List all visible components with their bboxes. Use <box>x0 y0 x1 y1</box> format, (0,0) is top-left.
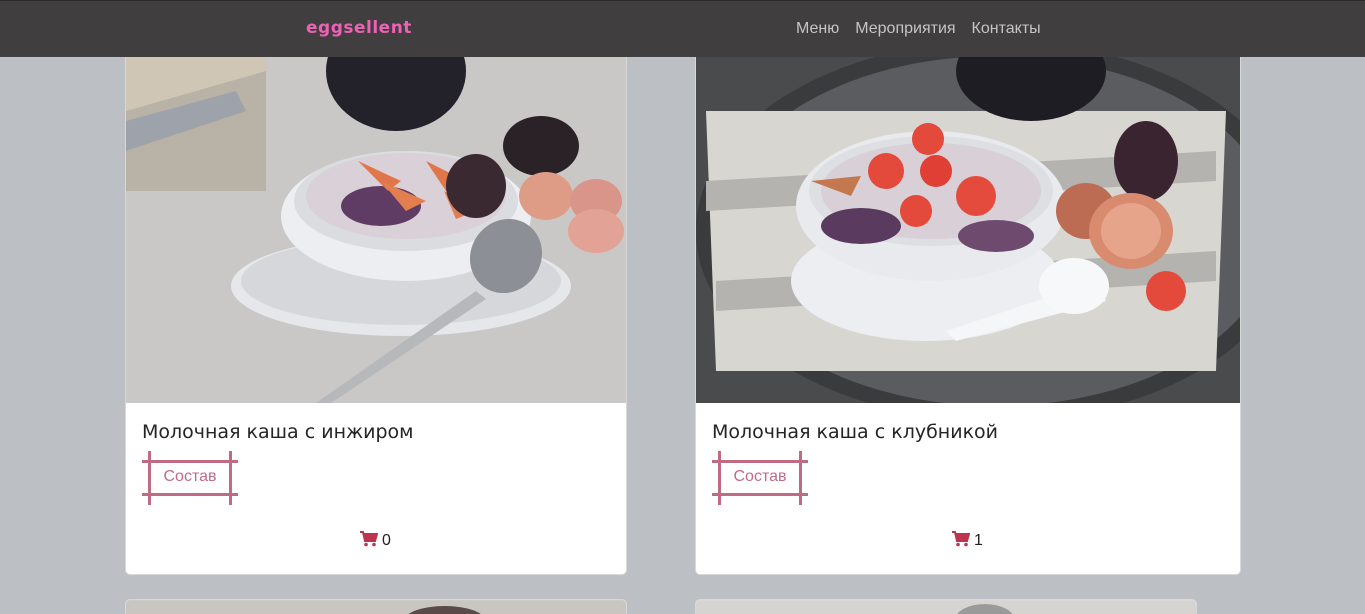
product-card: Молочная каша с инжиром Состав 0 <box>125 30 627 575</box>
cart-counter[interactable]: 0 <box>360 531 391 551</box>
product-card-partial <box>125 599 627 614</box>
ingredients-button-label: Состав <box>163 468 217 485</box>
product-card: Молочная каша с клубникой Состав 1 <box>695 30 1241 575</box>
nav-links: Меню Мероприятия Контакты <box>796 20 1041 38</box>
ingredients-button[interactable]: Состав <box>142 451 238 505</box>
cart-counter[interactable]: 1 <box>952 531 983 551</box>
product-image <box>696 31 1240 403</box>
ingredients-button-label: Состав <box>733 468 787 485</box>
product-image <box>126 31 626 403</box>
product-image <box>126 600 626 614</box>
navbar: eggsellent Меню Мероприятия Контакты <box>0 0 1365 57</box>
product-card-partial <box>695 599 1197 614</box>
product-title: Молочная каша с инжиром <box>142 421 414 443</box>
cart-count: 1 <box>974 532 983 549</box>
nav-link-menu[interactable]: Меню <box>796 20 839 38</box>
nav-link-events[interactable]: Мероприятия <box>855 20 955 38</box>
brand-logo[interactable]: eggsellent <box>306 18 412 38</box>
nav-link-contacts[interactable]: Контакты <box>972 20 1041 38</box>
product-title: Молочная каша с клубникой <box>712 421 999 443</box>
cart-icon <box>952 531 971 551</box>
cart-icon <box>360 531 379 551</box>
product-image <box>696 600 1196 614</box>
ingredients-button[interactable]: Состав <box>712 451 808 505</box>
cart-count: 0 <box>382 532 391 549</box>
